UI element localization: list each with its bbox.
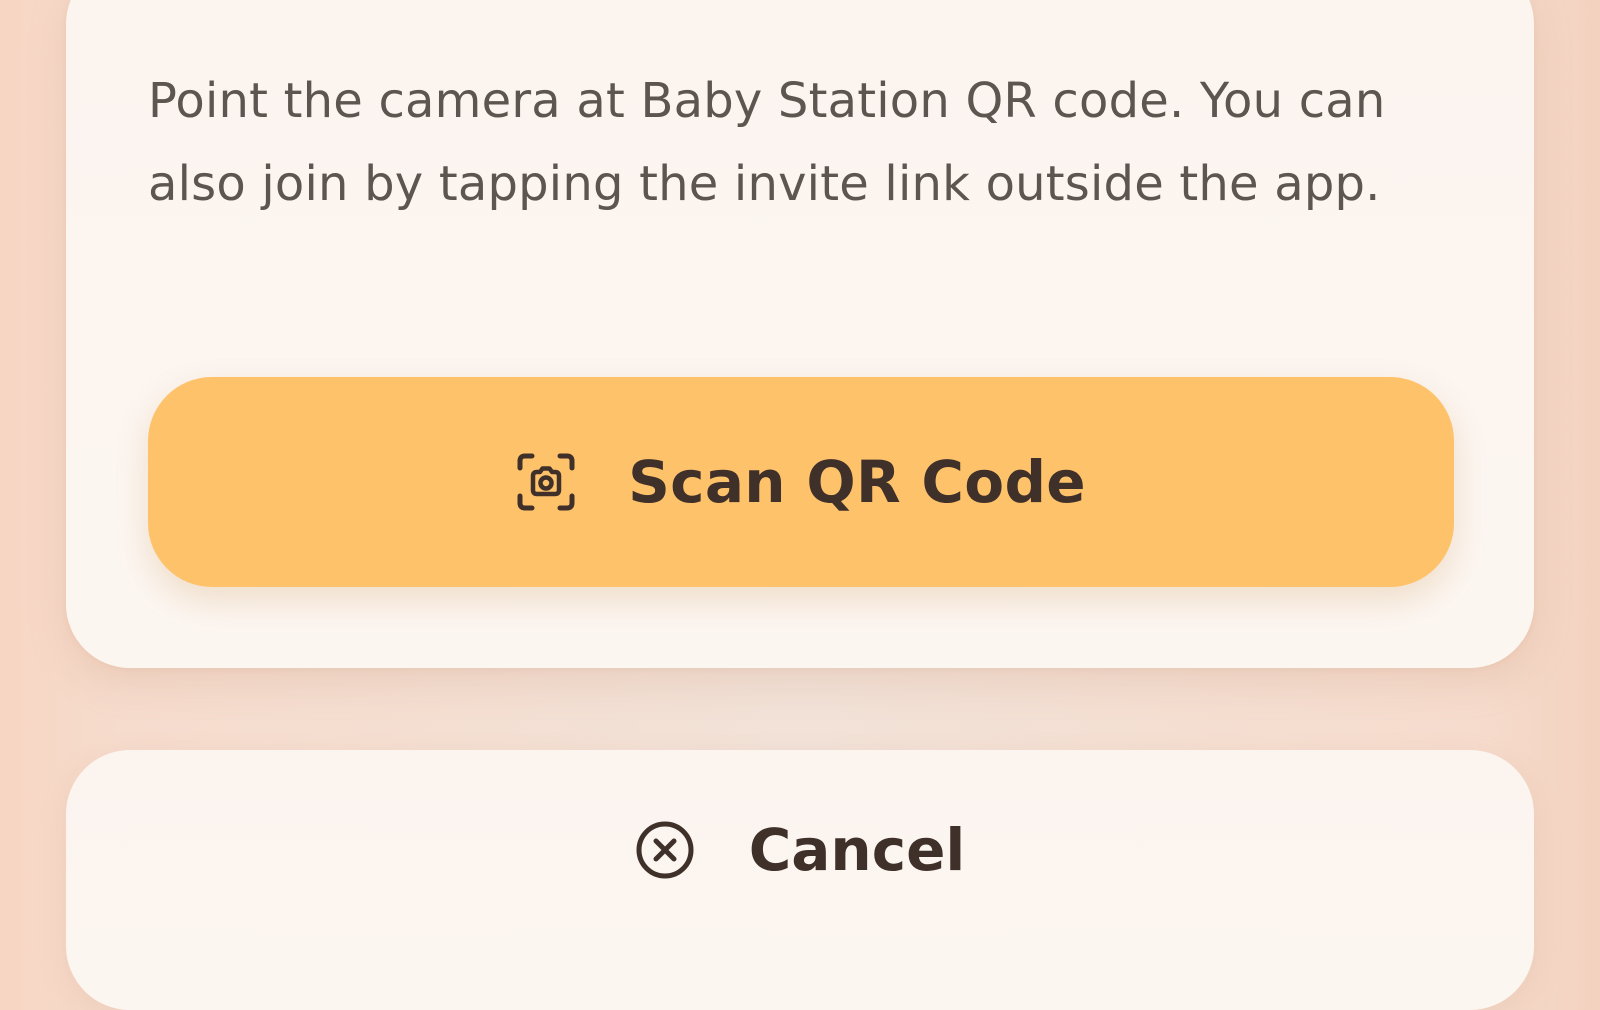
- scan-qr-code-label: Scan QR Code: [628, 448, 1086, 516]
- scan-qr-code-button[interactable]: Scan QR Code: [148, 377, 1454, 587]
- dialog-description: Point the camera at Baby Station QR code…: [148, 73, 1386, 212]
- close-circle-icon: [635, 820, 695, 880]
- camera-scan-icon: [516, 452, 576, 512]
- cancel-card: Cancel: [66, 750, 1534, 1010]
- cancel-button[interactable]: Cancel: [66, 750, 1534, 960]
- cancel-label: Cancel: [748, 816, 966, 884]
